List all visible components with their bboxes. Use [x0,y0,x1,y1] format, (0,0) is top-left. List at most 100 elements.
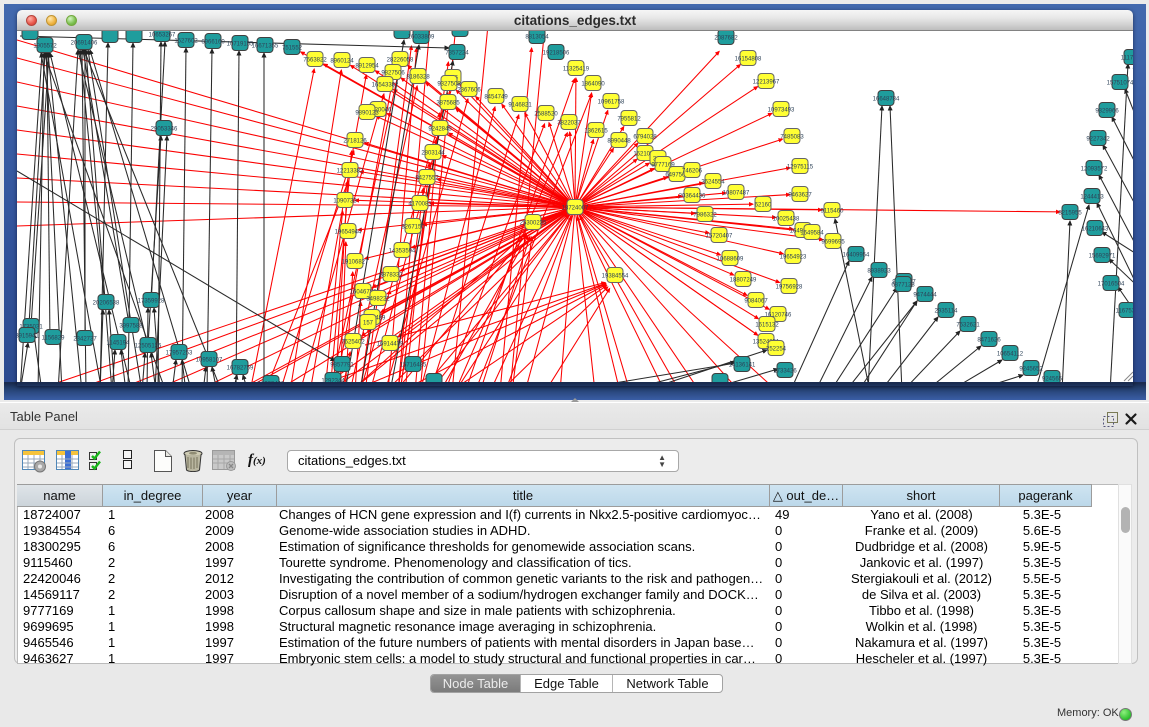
svg-text:1292344: 1292344 [321,379,345,383]
svg-text:4170081: 4170081 [408,202,432,208]
svg-text:2087682: 2087682 [714,36,738,42]
svg-text:8454749: 8454749 [484,95,508,101]
svg-text:16671355: 16671355 [252,44,279,50]
svg-text:9146821: 9146821 [508,103,532,109]
svg-text:12505135: 12505135 [135,344,162,350]
svg-text:16210643: 16210643 [1082,227,1109,233]
svg-text:19106827: 19106827 [342,260,369,266]
svg-text:6966160: 6966160 [201,40,225,46]
svg-text:8878332: 8878332 [379,273,403,279]
svg-text:9084067: 9084067 [744,299,768,305]
svg-text:3875685: 3875685 [436,101,460,107]
svg-text:15716485: 15716485 [400,363,427,369]
svg-text:7625402: 7625402 [341,340,365,346]
svg-text:9474444: 9474444 [913,293,937,299]
svg-text:10653267: 10653267 [149,33,176,39]
svg-text:3822037: 3822037 [557,121,581,127]
svg-text:16543382: 16543382 [372,83,399,89]
svg-text:16154808: 16154808 [735,57,762,63]
svg-text:12213967: 12213967 [753,80,780,86]
svg-text:751552: 751552 [282,46,303,52]
svg-text:19218506: 19218506 [543,51,570,57]
svg-text:10719155: 10719155 [227,42,254,48]
svg-text:6794028: 6794028 [633,135,657,141]
svg-text:7632621: 7632621 [956,323,980,329]
svg-text:19654944: 19654944 [335,230,362,236]
svg-text:15692971: 15692971 [1089,254,1116,260]
svg-text:9227342: 9227342 [1086,137,1110,143]
svg-text:1864090: 1864090 [581,82,605,88]
svg-text:10973493: 10973493 [768,108,795,114]
svg-text:1167533: 1167533 [1116,309,1133,315]
svg-text:19654923: 19654923 [780,255,807,261]
svg-text:9329966: 9329966 [1095,109,1119,115]
svg-text:6877123: 6877123 [891,283,915,289]
svg-text:8427552: 8427552 [415,176,439,182]
svg-text:7955812: 7955812 [617,117,641,123]
svg-text:9827506: 9827506 [381,71,405,77]
svg-text:1615132: 1615132 [755,323,779,329]
svg-text:12213382: 12213382 [337,169,364,175]
svg-text:28226058: 28226058 [387,58,414,64]
svg-text:10958107: 10958107 [196,358,223,364]
svg-text:10807487: 10807487 [723,191,750,197]
svg-text:9115460: 9115460 [821,209,845,215]
svg-text:1117364: 1117364 [1121,56,1133,62]
svg-text:16033809: 16033809 [408,35,435,41]
svg-text:746206: 746206 [682,169,703,175]
svg-text:1090733: 1090733 [333,199,357,205]
svg-text:17957253: 17957253 [166,351,193,357]
svg-text:1733426: 1733426 [773,369,797,375]
svg-text:17016504: 17016504 [1098,282,1125,288]
svg-text:8990448: 8990448 [607,139,631,145]
svg-text:9699695: 9699695 [821,240,845,246]
svg-text:1244413: 1244413 [1080,195,1104,201]
svg-text:10688609: 10688609 [717,257,744,263]
svg-text:3997588: 3997588 [119,324,143,330]
svg-text:8960124: 8960124 [330,59,354,65]
svg-text:18807249: 18807249 [730,278,757,284]
svg-text:12093572: 12093572 [1081,167,1108,173]
svg-text:1156829: 1156829 [42,336,66,342]
svg-text:15751074: 15751074 [1107,81,1133,87]
svg-text:16914479: 16914479 [377,342,404,348]
svg-text:16409954: 16409954 [843,253,870,259]
svg-text:8471626: 8471626 [977,338,1001,344]
svg-text:19756928: 19756928 [776,285,803,291]
svg-text:9463627: 9463627 [788,193,812,199]
svg-text:62160: 62160 [755,203,772,209]
svg-text:1527602: 1527602 [174,39,198,45]
svg-text:2935114: 2935114 [935,309,959,315]
svg-text:16648784: 16648784 [873,97,900,103]
svg-text:14353594: 14353594 [389,249,416,255]
svg-text:1362615: 1362615 [584,129,608,135]
svg-text:3915941: 3915941 [17,334,39,340]
svg-text:924565: 924565 [1042,377,1063,383]
svg-text:157: 157 [363,321,374,327]
svg-text:2342737: 2342737 [73,337,97,343]
svg-text:25300235: 25300235 [520,221,547,227]
svg-text:3624554: 3624554 [701,180,725,186]
svg-text:15720407: 15720407 [706,234,733,240]
svg-text:3498222: 3498222 [366,297,390,303]
svg-text:20691406: 20691406 [71,41,98,47]
svg-text:18724007: 18724007 [562,206,589,212]
svg-text:29053346: 29053346 [151,127,178,133]
svg-text:8912954: 8912954 [355,64,379,70]
svg-text:12975115: 12975115 [787,165,814,171]
svg-text:7986322: 7986322 [693,213,717,219]
svg-text:8215955: 8215955 [1058,211,1082,217]
svg-text:14136141: 14136141 [729,363,756,369]
svg-text:7663822: 7663822 [303,58,327,64]
svg-text:2588520: 2588520 [534,112,558,118]
svg-text:20206538: 20206538 [93,301,120,307]
svg-text:10654112: 10654112 [997,352,1024,358]
svg-text:10961758: 10961758 [598,100,625,106]
svg-text:9245652: 9245652 [1019,367,1043,373]
svg-text:252254: 252254 [766,347,787,353]
svg-text:19384554: 19384554 [602,274,629,280]
svg-text:1145194: 1145194 [107,341,131,347]
svg-text:17359928: 17359928 [138,299,165,305]
svg-text:8186328: 8186328 [406,75,430,81]
svg-text:2718126: 2718126 [343,139,367,145]
